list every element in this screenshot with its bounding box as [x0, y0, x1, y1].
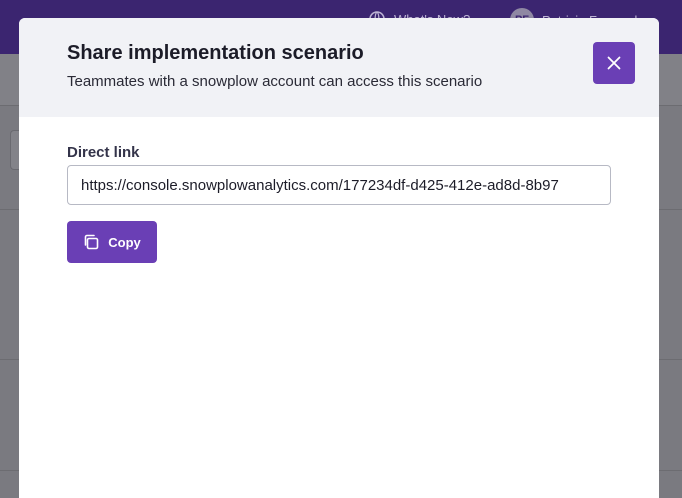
- share-dialog: Share implementation scenario Teammates …: [19, 18, 659, 498]
- dialog-title: Share implementation scenario: [67, 42, 364, 64]
- copy-icon: [84, 234, 99, 250]
- close-icon: [607, 56, 621, 70]
- copy-button[interactable]: Copy: [67, 221, 157, 263]
- direct-link-label: Direct link: [67, 144, 140, 161]
- copy-label: Copy: [108, 234, 141, 250]
- dialog-header: Share implementation scenario Teammates …: [19, 18, 659, 117]
- close-button[interactable]: [593, 42, 635, 84]
- dialog-subtitle: Teammates with a snowplow account can ac…: [67, 73, 483, 90]
- dialog-body: Direct link Copy: [19, 117, 659, 290]
- direct-link-input[interactable]: [67, 165, 611, 205]
